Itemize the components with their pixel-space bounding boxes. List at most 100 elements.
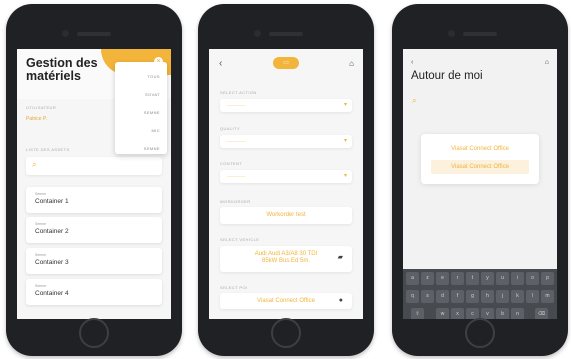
back-icon[interactable]: ‹ bbox=[219, 58, 222, 69]
car-icon: ▰ bbox=[337, 254, 343, 261]
vehicle-value-detail: 85kW Bus.Ed 5m. bbox=[261, 258, 311, 264]
front-camera bbox=[62, 30, 69, 37]
mockup-stage: Gestion des matériels × UTILISATEUR Patr… bbox=[0, 0, 571, 359]
asset-type: Semne bbox=[35, 192, 47, 196]
key-b[interactable]: b bbox=[496, 308, 509, 319]
shift-key[interactable]: ⇧ bbox=[411, 308, 424, 319]
key-q[interactable]: q bbox=[406, 290, 419, 303]
poi-label: SELECT POI bbox=[220, 285, 248, 290]
home-icon[interactable]: ⌂ bbox=[545, 59, 549, 66]
workorder-label: WORKORDER bbox=[220, 199, 251, 204]
content-dropdown[interactable]: -------------- ▾ bbox=[220, 170, 352, 183]
asset-name: Container 3 bbox=[35, 259, 69, 266]
phone-nearby: ‹ ⌂ Autour de moi ⌕ Viasat Connect Offic… bbox=[392, 4, 568, 356]
earpiece bbox=[463, 32, 497, 36]
asset-type: Semne bbox=[35, 284, 47, 288]
screen-nearby: ‹ ⌂ Autour de moi ⌕ Viasat Connect Offic… bbox=[403, 49, 557, 319]
asset-name: Container 1 bbox=[35, 198, 69, 205]
home-button[interactable] bbox=[79, 318, 109, 348]
home-button[interactable] bbox=[271, 318, 301, 348]
workorder-value: Workorder test bbox=[266, 212, 306, 218]
poi-value: Viasat Connect Office bbox=[257, 298, 315, 304]
key-t[interactable]: t bbox=[466, 272, 479, 285]
front-camera bbox=[254, 30, 261, 37]
list-item[interactable]: Semne Container 2 bbox=[26, 217, 162, 243]
menu-item-semne[interactable]: SEMNE bbox=[144, 110, 160, 115]
key-a[interactable]: a bbox=[406, 272, 419, 285]
key-y[interactable]: y bbox=[481, 272, 494, 285]
key-g[interactable]: g bbox=[466, 290, 479, 303]
asset-name: Container 4 bbox=[35, 290, 69, 297]
earpiece bbox=[269, 32, 303, 36]
content-label: CONTENT bbox=[220, 161, 243, 166]
menu-item-mic[interactable]: MIC bbox=[151, 128, 160, 133]
vehicle-field[interactable]: Audi Audi A3/A8 30 TDI 85kW Bus.Ed 5m. ▰ bbox=[220, 246, 352, 272]
menu-item-semne-2[interactable]: SEMNE bbox=[144, 146, 160, 151]
select-action-dropdown[interactable]: -------------- ▾ bbox=[220, 99, 352, 112]
list-item[interactable]: Semne Container 1 bbox=[26, 187, 162, 213]
key-z[interactable]: z bbox=[421, 272, 434, 285]
front-camera bbox=[448, 30, 455, 37]
search-icon: ⌕ bbox=[32, 160, 37, 169]
key-r[interactable]: r bbox=[451, 272, 464, 285]
key-o[interactable]: o bbox=[526, 272, 539, 285]
key-j[interactable]: j bbox=[496, 290, 509, 303]
result-item-highlighted[interactable]: Viasat Connect Office bbox=[431, 160, 529, 174]
poi-field[interactable]: Viasat Connect Office ● bbox=[220, 293, 352, 309]
search-icon[interactable]: ⌕ bbox=[412, 96, 416, 106]
backspace-key[interactable]: ⌫ bbox=[535, 308, 548, 319]
key-w[interactable]: w bbox=[436, 308, 449, 319]
key-u[interactable]: u bbox=[496, 272, 509, 285]
menu-item-tous[interactable]: TOUS bbox=[147, 74, 160, 79]
user-name: Patrice P. bbox=[26, 116, 48, 122]
list-item[interactable]: Semne Container 3 bbox=[26, 248, 162, 274]
user-label: UTILISATEUR bbox=[26, 105, 57, 110]
filter-dropdown-menu: TOUS SOVAT SEMNE MIC SEMNE bbox=[115, 62, 167, 154]
key-e[interactable]: e bbox=[436, 272, 449, 285]
phone-gestion: Gestion des matériels × UTILISATEUR Patr… bbox=[6, 4, 182, 356]
select-placeholder: -------------- bbox=[227, 173, 246, 178]
key-p[interactable]: p bbox=[541, 272, 554, 285]
search-input[interactable]: ⌕ bbox=[26, 157, 162, 175]
key-h[interactable]: h bbox=[481, 290, 494, 303]
on-screen-keyboard: a z e r t y u i o p q s d f g h j k l m bbox=[403, 269, 557, 319]
key-f[interactable]: f bbox=[451, 290, 464, 303]
result-item[interactable]: Viasat Connect Office bbox=[431, 142, 529, 156]
select-action-label: SELECT ACTION bbox=[220, 90, 257, 95]
screen-action-form: ‹ ▭ ⌂ SELECT ACTION -------------- ▾ QUA… bbox=[209, 49, 363, 319]
home-icon[interactable]: ⌂ bbox=[349, 59, 354, 68]
chevron-down-icon: ▾ bbox=[343, 173, 347, 179]
key-l[interactable]: l bbox=[526, 290, 539, 303]
asset-type: Semne bbox=[35, 253, 47, 257]
mode-toggle-icon[interactable]: ▭ bbox=[273, 57, 299, 69]
workorder-field[interactable]: Workorder test bbox=[220, 207, 352, 224]
chevron-down-icon: ▾ bbox=[343, 138, 347, 144]
asset-type: Semne bbox=[35, 222, 47, 226]
location-pin-icon: ● bbox=[338, 297, 343, 304]
key-m[interactable]: m bbox=[541, 290, 554, 303]
page-title: Autour de moi bbox=[411, 70, 483, 82]
screen-gestion: Gestion des matériels × UTILISATEUR Patr… bbox=[17, 49, 171, 319]
select-placeholder: -------------- bbox=[227, 138, 246, 143]
vehicle-value: Audi Audi A3/A8 30 TDI bbox=[254, 251, 318, 257]
earpiece bbox=[77, 32, 111, 36]
key-d[interactable]: d bbox=[436, 290, 449, 303]
menu-item-sovat[interactable]: SOVAT bbox=[145, 92, 160, 97]
key-s[interactable]: s bbox=[421, 290, 434, 303]
page-title: Gestion des matériels bbox=[26, 56, 98, 83]
quality-label: QUALITY bbox=[220, 126, 240, 131]
quality-dropdown[interactable]: -------------- ▾ bbox=[220, 135, 352, 148]
assets-label: LISTE DES ASSETS bbox=[26, 147, 70, 152]
key-x[interactable]: x bbox=[451, 308, 464, 319]
select-placeholder: -------------- bbox=[227, 102, 246, 107]
list-item[interactable]: Semne Container 4 bbox=[26, 279, 162, 305]
vehicle-label: SELECT VEHICLE bbox=[220, 237, 260, 242]
key-i[interactable]: i bbox=[511, 272, 524, 285]
phone-action-form: ‹ ▭ ⌂ SELECT ACTION -------------- ▾ QUA… bbox=[198, 4, 374, 356]
key-k[interactable]: k bbox=[511, 290, 524, 303]
key-n[interactable]: n bbox=[511, 308, 524, 319]
asset-name: Container 2 bbox=[35, 228, 69, 235]
back-icon[interactable]: ‹ bbox=[411, 59, 413, 66]
results-popup: Viasat Connect Office Viasat Connect Off… bbox=[421, 134, 539, 184]
home-button[interactable] bbox=[465, 318, 495, 348]
